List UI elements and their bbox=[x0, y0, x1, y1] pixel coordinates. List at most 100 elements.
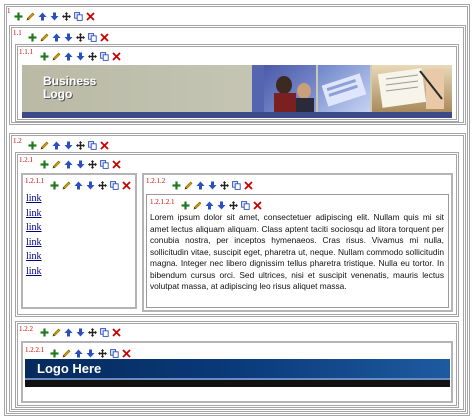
add-icon[interactable] bbox=[40, 160, 49, 169]
copy-icon[interactable] bbox=[110, 348, 119, 358]
toolbar-region-1-2-1 bbox=[40, 159, 121, 169]
add-icon[interactable] bbox=[28, 33, 37, 42]
move-icon[interactable] bbox=[229, 200, 238, 210]
toolbar-region-1-1 bbox=[28, 32, 109, 42]
move-up-icon[interactable] bbox=[74, 181, 83, 190]
move-up-icon[interactable] bbox=[196, 181, 205, 190]
delete-icon[interactable] bbox=[112, 327, 121, 337]
move-icon[interactable] bbox=[98, 180, 107, 190]
move-icon[interactable] bbox=[76, 32, 85, 42]
toolbar-region-1-2-1-2 bbox=[172, 180, 253, 190]
move-icon[interactable] bbox=[88, 159, 97, 169]
move-down-icon[interactable] bbox=[76, 328, 85, 337]
nav-link[interactable]: link bbox=[26, 207, 42, 222]
region-label: 1.1 bbox=[13, 29, 22, 37]
add-icon[interactable] bbox=[181, 201, 190, 210]
move-up-icon[interactable] bbox=[205, 201, 214, 210]
move-up-icon[interactable] bbox=[64, 160, 73, 169]
region-label: 1.2.2.1 bbox=[25, 346, 45, 354]
region-label: 1.1.1 bbox=[19, 48, 33, 56]
move-down-icon[interactable] bbox=[86, 181, 95, 190]
add-icon[interactable] bbox=[172, 181, 181, 190]
copy-icon[interactable] bbox=[100, 327, 109, 337]
edit-pencil-icon[interactable] bbox=[193, 201, 202, 210]
edit-pencil-icon[interactable] bbox=[52, 328, 61, 337]
edit-pencil-icon[interactable] bbox=[62, 181, 71, 190]
add-icon[interactable] bbox=[40, 52, 49, 61]
edit-pencil-icon[interactable] bbox=[40, 33, 49, 42]
move-down-icon[interactable] bbox=[64, 33, 73, 42]
move-icon[interactable] bbox=[88, 51, 97, 61]
copy-icon[interactable] bbox=[100, 159, 109, 169]
move-down-icon[interactable] bbox=[76, 160, 85, 169]
move-up-icon[interactable] bbox=[38, 12, 47, 21]
move-up-icon[interactable] bbox=[64, 52, 73, 61]
copy-icon[interactable] bbox=[88, 32, 97, 42]
toolbar-region-1-2-2 bbox=[40, 327, 121, 337]
move-down-icon[interactable] bbox=[50, 12, 59, 21]
move-up-icon[interactable] bbox=[64, 328, 73, 337]
delete-icon[interactable] bbox=[100, 140, 109, 150]
add-icon[interactable] bbox=[40, 328, 49, 337]
region-label: 1.2.2 bbox=[19, 325, 33, 333]
region-label: 1.2.1.2 bbox=[146, 177, 166, 185]
edit-pencil-icon[interactable] bbox=[184, 181, 193, 190]
footer-logo-text: Logo Here bbox=[37, 361, 102, 376]
move-down-icon[interactable] bbox=[86, 349, 95, 358]
delete-icon[interactable] bbox=[112, 159, 121, 169]
toolbar-region-1-2 bbox=[28, 140, 109, 150]
nav-link[interactable]: link bbox=[26, 236, 42, 251]
edit-pencil-icon[interactable] bbox=[52, 52, 61, 61]
move-icon[interactable] bbox=[76, 140, 85, 150]
region-label: 1 bbox=[7, 7, 11, 15]
delete-icon[interactable] bbox=[253, 200, 262, 210]
copy-icon[interactable] bbox=[241, 200, 250, 210]
business-logo-line2: Logo bbox=[43, 87, 73, 101]
move-up-icon[interactable] bbox=[52, 141, 61, 150]
add-icon[interactable] bbox=[14, 12, 23, 21]
delete-icon[interactable] bbox=[122, 180, 131, 190]
copy-icon[interactable] bbox=[88, 140, 97, 150]
add-icon[interactable] bbox=[28, 141, 37, 150]
delete-icon[interactable] bbox=[244, 180, 253, 190]
nav-link[interactable]: link bbox=[26, 250, 42, 265]
move-icon[interactable] bbox=[98, 348, 107, 358]
move-icon[interactable] bbox=[62, 11, 71, 21]
business-logo-banner: Business Logo bbox=[22, 65, 452, 118]
toolbar-region-1-2-2-1 bbox=[50, 348, 131, 358]
delete-icon[interactable] bbox=[100, 32, 109, 42]
add-icon[interactable] bbox=[50, 181, 59, 190]
delete-icon[interactable] bbox=[86, 11, 95, 21]
move-down-icon[interactable] bbox=[64, 141, 73, 150]
business-logo-image bbox=[22, 65, 452, 118]
region-label: 1.2.1.2.1 bbox=[150, 198, 175, 206]
move-down-icon[interactable] bbox=[76, 52, 85, 61]
region-label: 1.2 bbox=[13, 137, 22, 145]
delete-icon[interactable] bbox=[112, 51, 121, 61]
edit-pencil-icon[interactable] bbox=[62, 349, 71, 358]
move-up-icon[interactable] bbox=[52, 33, 61, 42]
edit-pencil-icon[interactable] bbox=[26, 12, 35, 21]
region-label: 1.2.1 bbox=[19, 156, 33, 164]
footer-logo-banner: Logo Here bbox=[25, 359, 450, 387]
move-icon[interactable] bbox=[220, 180, 229, 190]
move-icon[interactable] bbox=[88, 327, 97, 337]
add-icon[interactable] bbox=[50, 349, 59, 358]
move-down-icon[interactable] bbox=[208, 181, 217, 190]
copy-icon[interactable] bbox=[100, 51, 109, 61]
link-list: link link link link link link bbox=[26, 192, 42, 280]
nav-link[interactable]: link bbox=[26, 221, 42, 236]
copy-icon[interactable] bbox=[232, 180, 241, 190]
nav-link[interactable]: link bbox=[26, 192, 42, 207]
edit-pencil-icon[interactable] bbox=[40, 141, 49, 150]
move-up-icon[interactable] bbox=[74, 349, 83, 358]
move-down-icon[interactable] bbox=[217, 201, 226, 210]
lorem-paragraph: Lorem ipsum dolor sit amet, consectetuer… bbox=[150, 212, 444, 291]
delete-icon[interactable] bbox=[122, 348, 131, 358]
toolbar-region-1-2-1-1 bbox=[50, 180, 131, 190]
edit-pencil-icon[interactable] bbox=[52, 160, 61, 169]
nav-link[interactable]: link bbox=[26, 265, 42, 280]
copy-icon[interactable] bbox=[74, 11, 83, 21]
copy-icon[interactable] bbox=[110, 180, 119, 190]
toolbar-region-1-1-1 bbox=[40, 51, 121, 61]
